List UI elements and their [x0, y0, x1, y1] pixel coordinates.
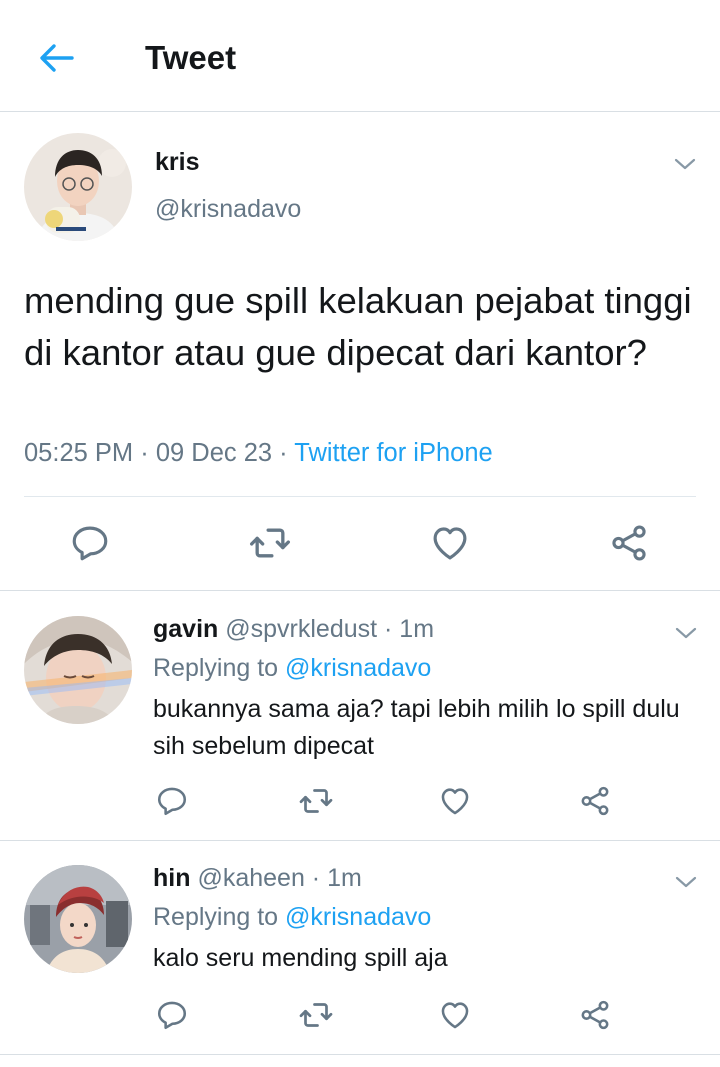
reply-icon — [72, 526, 108, 561]
reply-text: bukannya sama aja? tapi lebih milih lo s… — [153, 695, 680, 760]
tweet-source-link[interactable]: Twitter for iPhone — [294, 439, 492, 467]
reply-actions — [0, 779, 720, 823]
reply-button[interactable] — [65, 518, 115, 568]
reply-author-handle[interactable]: @spvrkledust — [225, 615, 377, 643]
replying-to: Replying to @krisnadavo — [153, 654, 431, 683]
tweet-actions — [0, 518, 720, 568]
retweet-icon — [250, 528, 290, 558]
replying-to-label: Replying to — [153, 903, 286, 931]
retweet-icon — [299, 1003, 333, 1027]
divider — [24, 496, 696, 497]
retweet-button[interactable] — [245, 518, 295, 568]
meta-separator: · — [272, 439, 295, 467]
reply-author-name[interactable]: gavin — [153, 615, 218, 643]
reply-tweet[interactable]: gavin @spvrkledust · 1m Replying to @kri… — [0, 592, 720, 841]
reply-actions — [0, 993, 720, 1037]
tweet-text: mending gue spill kelakuan pejabat tingg… — [24, 280, 692, 373]
share-icon — [612, 525, 646, 561]
like-icon — [433, 527, 467, 560]
share-button[interactable] — [604, 518, 654, 568]
chevron-down-icon — [675, 876, 697, 888]
replying-to-label: Replying to — [153, 654, 286, 682]
meta-separator: · — [377, 615, 400, 643]
tweet-meta: 05:25 PM · 09 Dec 23 · Twitter for iPhon… — [24, 439, 493, 468]
avatar[interactable] — [24, 616, 132, 724]
share-icon — [581, 1000, 609, 1030]
arrow-left-icon — [40, 44, 74, 72]
top-bar: Tweet — [0, 0, 720, 112]
reply-icon — [157, 787, 187, 816]
share-button[interactable] — [573, 993, 617, 1037]
like-button[interactable] — [433, 993, 477, 1037]
reply-icon — [157, 1001, 187, 1030]
reply-tweet[interactable]: hin @kaheen · 1m Replying to @krisnadavo… — [0, 841, 720, 1055]
replying-to-mention[interactable]: @krisnadavo — [285, 654, 431, 682]
tweet-time: 05:25 PM — [24, 439, 134, 467]
retweet-icon — [299, 789, 333, 813]
share-button[interactable] — [573, 779, 617, 823]
more-options-button[interactable] — [673, 869, 699, 895]
reply-header: gavin @spvrkledust · 1m — [153, 615, 434, 644]
tweet-date: 09 Dec 23 — [155, 439, 273, 467]
more-options-button[interactable] — [672, 151, 698, 177]
avatar[interactable] — [24, 865, 132, 973]
author-name[interactable]: kris — [155, 148, 199, 177]
chevron-down-icon — [674, 158, 696, 170]
back-button[interactable] — [34, 38, 78, 78]
share-icon — [581, 786, 609, 816]
reply-button[interactable] — [150, 779, 194, 823]
chevron-down-icon — [675, 627, 697, 639]
like-button[interactable] — [433, 779, 477, 823]
avatar[interactable] — [24, 133, 132, 241]
replying-to: Replying to @krisnadavo — [153, 903, 431, 932]
reply-header: hin @kaheen · 1m — [153, 864, 362, 893]
page-title: Tweet — [145, 39, 237, 76]
reply-text: kalo seru mending spill aja — [153, 944, 448, 972]
reply-time: 1m — [327, 864, 362, 892]
more-options-button[interactable] — [673, 620, 699, 646]
like-button[interactable] — [425, 518, 475, 568]
like-icon — [441, 788, 469, 815]
reply-author-handle[interactable]: @kaheen — [197, 864, 304, 892]
replying-to-mention[interactable]: @krisnadavo — [285, 903, 431, 931]
meta-separator: · — [133, 439, 156, 467]
meta-separator: · — [304, 864, 328, 892]
reply-time: 1m — [399, 615, 435, 643]
like-icon — [441, 1002, 469, 1029]
retweet-button[interactable] — [294, 993, 338, 1037]
reply-author-name[interactable]: hin — [153, 864, 191, 892]
retweet-button[interactable] — [294, 779, 338, 823]
author-handle[interactable]: @krisnadavo — [155, 195, 301, 224]
reply-button[interactable] — [150, 993, 194, 1037]
main-tweet: kris @krisnadavo mending gue spill kelak… — [0, 113, 720, 591]
